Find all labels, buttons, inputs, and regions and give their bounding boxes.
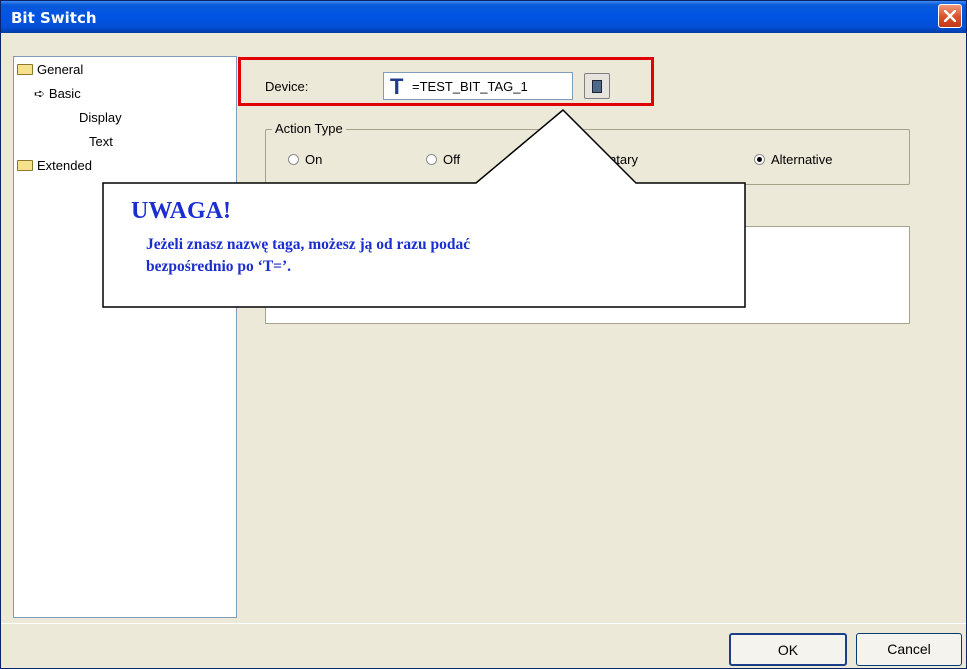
radio-circle-icon [288,154,299,165]
tree-item-label: Text [89,134,113,149]
cancel-button[interactable]: Cancel [856,633,962,666]
divider [1,623,966,624]
tree-item-general[interactable]: General [17,62,83,77]
tree-item-display[interactable]: Display [79,110,122,125]
tree-item-label: Display [79,110,122,125]
window-title: Bit Switch [11,9,97,27]
tree-item-label: Extended [37,158,92,173]
radio-label: mentary [591,152,638,167]
title-bar[interactable]: Bit Switch [1,1,966,33]
radio-off[interactable]: Off [426,152,460,167]
callout-body: Jeżeli znasz nazwę taga, możesz ją od ra… [146,234,706,278]
callout-line: bezpośrednio po ‘T=’. [146,258,292,275]
radio-on[interactable]: On [288,152,322,167]
tree-item-extended[interactable]: Extended [17,158,92,173]
radio-alternative[interactable]: Alternative [754,152,832,167]
action-type-group: Action Type On Off mentary Alternative [265,121,910,185]
radio-circle-icon [426,154,437,165]
radio-label: Alternative [771,152,833,167]
tree-item-text[interactable]: Text [89,134,113,149]
highlight-box [238,57,654,106]
tree-item-label: General [37,62,84,77]
close-icon [944,10,956,22]
tree-item-basic[interactable]: ➪ Basic [34,86,81,102]
tree-item-label: Basic [48,86,81,101]
folder-icon [17,160,33,171]
folder-icon [17,64,33,75]
radio-selected-icon [754,154,765,165]
bit-switch-dialog: Bit Switch General ➪ Basic Display Text E… [0,0,967,669]
callout-line: Jeżeli znasz nazwę taga, możesz ją od ra… [146,236,471,253]
radio-label: On [305,152,323,167]
radio-label: Off [443,152,461,167]
arrow-right-icon: ➪ [34,86,45,101]
category-tree[interactable]: General ➪ Basic Display Text Extended [13,56,237,618]
callout-title: UWAGA! [131,198,231,224]
close-button[interactable] [938,4,962,28]
group-title: Action Type [272,121,346,136]
ok-button[interactable]: OK [729,633,847,666]
radio-momentary[interactable]: mentary [591,152,638,167]
